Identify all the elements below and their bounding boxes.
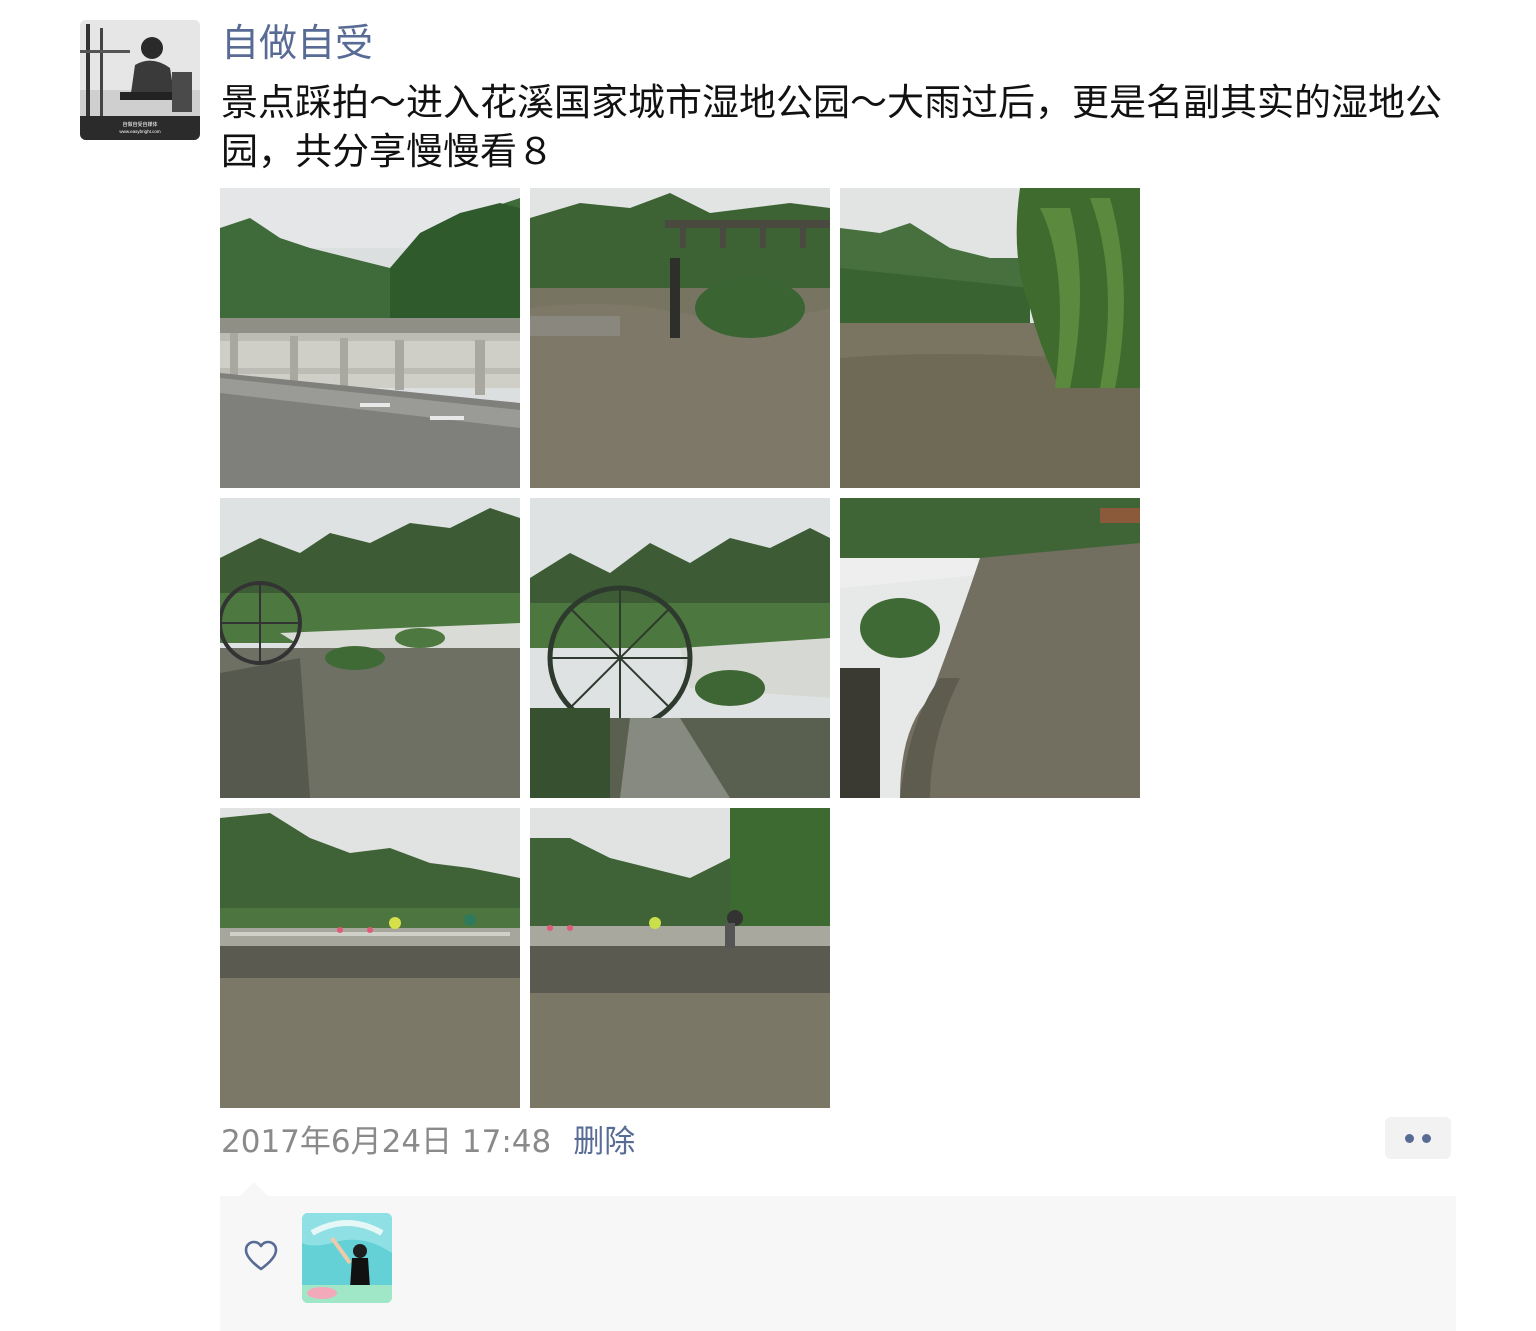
photo-grid	[220, 188, 1140, 1108]
more-dots-icon	[1405, 1133, 1414, 1143]
photo-weir-waterfall[interactable]	[840, 498, 1140, 798]
liker-avatar[interactable]	[302, 1213, 392, 1303]
photo-waterwheel-path[interactable]	[530, 498, 830, 798]
photo-river-willow[interactable]	[840, 188, 1140, 488]
heart-icon	[244, 1240, 278, 1271]
photo-bridge-railing-river[interactable]	[220, 188, 520, 488]
author-avatar[interactable]: 自做自受自媒体 www.easybright.com	[80, 20, 200, 140]
post-meta: 2017年6月24日 17:48 删除	[221, 1116, 635, 1160]
svg-text:www.easybright.com: www.easybright.com	[119, 129, 161, 134]
more-dots-icon	[1422, 1133, 1431, 1143]
delete-link[interactable]: 删除	[573, 1116, 635, 1161]
svg-text:自做自受自媒体: 自做自受自媒体	[122, 121, 157, 128]
likes-panel	[220, 1196, 1456, 1331]
photo-river-bridge-gauge[interactable]	[530, 188, 830, 488]
post-timestamp: 2017年6月24日 17:48	[221, 1123, 552, 1160]
photo-rapids-waterwheel-left[interactable]	[220, 498, 520, 798]
photo-stone-bridge-crowd-2[interactable]	[530, 808, 830, 1108]
author-name[interactable]: 自做自受	[221, 18, 373, 68]
more-button[interactable]	[1385, 1117, 1451, 1159]
likes-panel-arrow	[240, 1182, 268, 1196]
post-text: 景点踩拍～进入花溪国家城市湿地公园～大雨过后，更是名副其实的湿地公园，共分享慢慢…	[221, 81, 1442, 173]
photo-stone-bridge-crowd-1[interactable]	[220, 808, 520, 1108]
